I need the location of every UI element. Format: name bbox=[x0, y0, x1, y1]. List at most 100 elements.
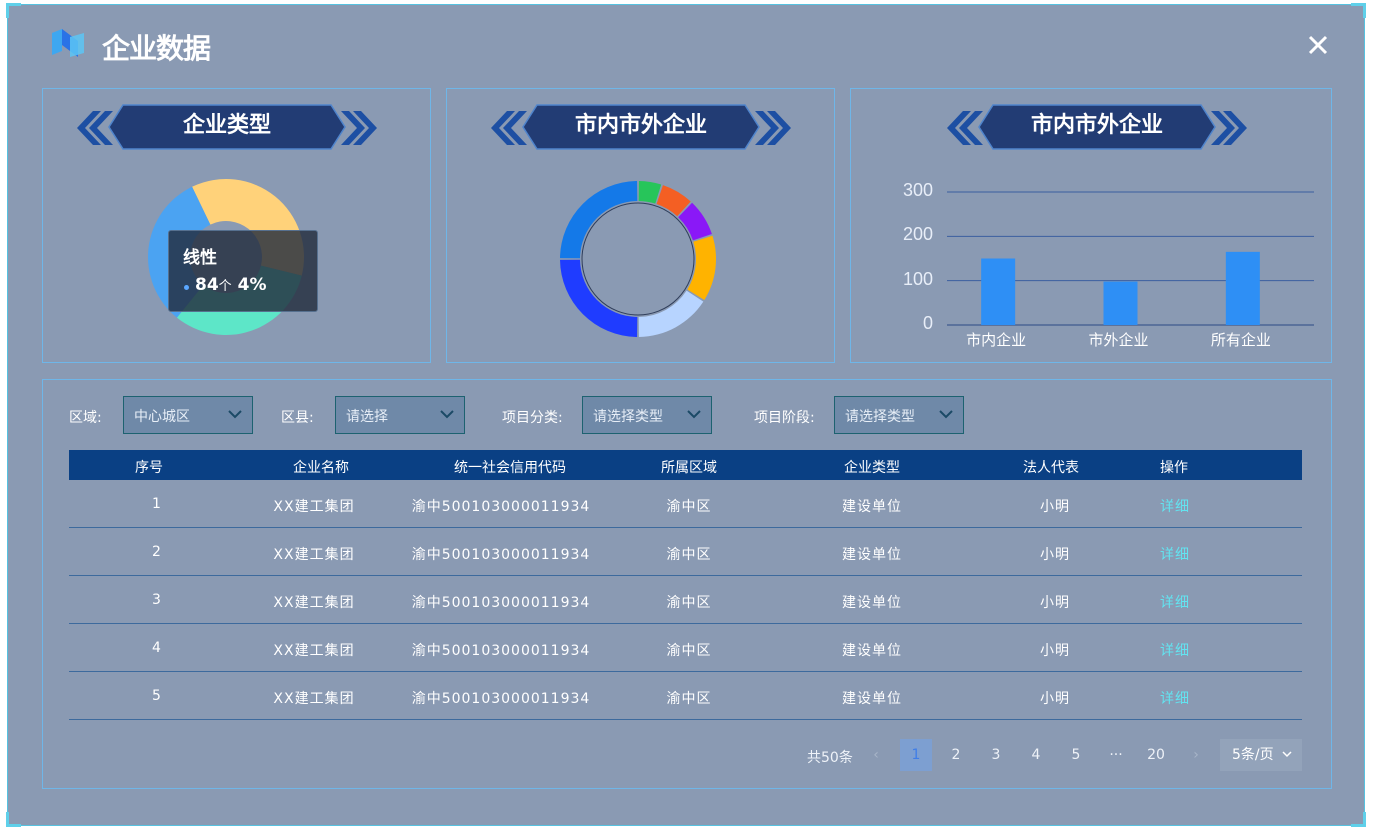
panel-local-external-ring: 市内市外企业 bbox=[446, 88, 835, 363]
chevron-down-icon bbox=[687, 410, 701, 419]
cell-company-name: XX建工集团 bbox=[273, 691, 355, 707]
table-row: 1 XX建工集团 渝中500103000011934 渝中区 建设单位 小明 详… bbox=[69, 480, 1302, 528]
x-category-label: 所有企业 bbox=[1210, 331, 1271, 349]
cell-legal-rep: 小明 bbox=[1040, 595, 1070, 611]
page-button-3[interactable]: 3 bbox=[980, 739, 1012, 771]
chart-tooltip: 线性 84个 4% bbox=[168, 230, 318, 312]
cell-legal-rep: 小明 bbox=[1040, 547, 1070, 563]
modal-title: 企业数据 bbox=[102, 32, 211, 65]
col-company-name: 企业名称 bbox=[293, 460, 349, 476]
local-external-ring-chart bbox=[560, 181, 716, 337]
prev-page-button[interactable]: ‹ bbox=[860, 739, 892, 771]
page-button-2[interactable]: 2 bbox=[940, 739, 972, 771]
cell-legal-rep: 小明 bbox=[1040, 691, 1070, 707]
corner-decoration bbox=[6, 812, 21, 827]
col-credit-code: 统一社会信用代码 bbox=[454, 460, 566, 476]
col-legal-rep: 法人代表 bbox=[1023, 460, 1079, 476]
cell-legal-rep: 小明 bbox=[1040, 643, 1070, 659]
page-button-4[interactable]: 4 bbox=[1020, 739, 1052, 771]
stage-select[interactable]: 请选择类型 bbox=[834, 396, 964, 434]
cell-index: 2 bbox=[152, 544, 162, 560]
detail-link[interactable]: 详细 bbox=[1160, 496, 1190, 516]
corner-decoration bbox=[6, 3, 21, 18]
region-label: 区域: bbox=[69, 410, 102, 426]
cell-company-name: XX建工集团 bbox=[273, 595, 355, 611]
county-select[interactable]: 请选择 bbox=[335, 396, 465, 434]
cell-company-type: 建设单位 bbox=[842, 547, 902, 563]
cell-index: 3 bbox=[152, 592, 162, 608]
pagination-total: 共50条 bbox=[807, 750, 853, 766]
page-button-5[interactable]: 5 bbox=[1060, 739, 1092, 771]
cell-index: 5 bbox=[152, 688, 162, 704]
chevron-down-icon bbox=[939, 410, 953, 419]
cell-company-name: XX建工集团 bbox=[273, 643, 355, 659]
table-row: 2 XX建工集团 渝中500103000011934 渝中区 建设单位 小明 详… bbox=[69, 528, 1302, 576]
cell-region: 渝中区 bbox=[666, 595, 712, 611]
cell-region: 渝中区 bbox=[666, 547, 712, 563]
col-action: 操作 bbox=[1160, 460, 1188, 476]
cell-company-name: XX建工集团 bbox=[273, 499, 355, 515]
panel-local-external-bar: 市内市外企业 0 100 200 300 市内企业 市外企业 所有企业 bbox=[850, 88, 1332, 363]
ring-slice-0 bbox=[638, 181, 662, 204]
tooltip-marker bbox=[184, 285, 189, 290]
logo-icon bbox=[52, 29, 84, 57]
category-label: 项目分类: bbox=[502, 410, 563, 426]
cell-credit-code: 渝中500103000011934 bbox=[411, 595, 591, 611]
cell-legal-rep: 小明 bbox=[1040, 499, 1070, 515]
y-tick-label: 100 bbox=[902, 268, 933, 289]
detail-link[interactable]: 详细 bbox=[1160, 544, 1190, 564]
region-select[interactable]: 中心城区 bbox=[123, 396, 253, 434]
cell-company-name: XX建工集团 bbox=[273, 547, 355, 563]
cell-company-type: 建设单位 bbox=[842, 595, 902, 611]
corner-decoration bbox=[1351, 3, 1366, 18]
detail-link[interactable]: 详细 bbox=[1160, 592, 1190, 612]
bar-2 bbox=[1225, 251, 1260, 325]
bar-0 bbox=[981, 258, 1016, 325]
panel-title: 企业类型 bbox=[182, 113, 271, 138]
county-label: 区县: bbox=[281, 410, 314, 426]
cell-credit-code: 渝中500103000011934 bbox=[411, 643, 591, 659]
cell-index: 4 bbox=[152, 640, 162, 656]
y-tick-label: 200 bbox=[902, 224, 933, 245]
chevron-down-icon bbox=[1282, 751, 1292, 758]
cell-region: 渝中区 bbox=[666, 691, 712, 707]
panel-title: 市内市外企业 bbox=[574, 113, 707, 138]
cell-credit-code: 渝中500103000011934 bbox=[411, 691, 591, 707]
col-region: 所属区域 bbox=[661, 460, 717, 476]
chevron-down-icon bbox=[228, 410, 242, 419]
x-category-label: 市内企业 bbox=[966, 331, 1027, 349]
page-button-20[interactable]: 20 bbox=[1140, 739, 1172, 771]
y-tick-label: 0 bbox=[922, 313, 933, 333]
detail-link[interactable]: 详细 bbox=[1160, 640, 1190, 660]
enterprise-data-modal: 企业数据 企业类型 市内市外企业 市内市外企业 0 100 200 300 市内企业 bbox=[6, 3, 1366, 827]
stage-label: 项目阶段: bbox=[754, 410, 815, 426]
page-ellipsis[interactable]: ··· bbox=[1100, 739, 1132, 771]
local-external-bar-chart: 0 100 200 300 市内企业 市外企业 所有企业 bbox=[851, 89, 1333, 364]
corner-decoration bbox=[1351, 812, 1366, 827]
table-header: 序号 企业名称 统一社会信用代码 所属区域 企业类型 法人代表 操作 bbox=[69, 450, 1302, 480]
ring-slice-3 bbox=[687, 235, 716, 301]
cell-company-type: 建设单位 bbox=[842, 643, 902, 659]
table-row: 3 XX建工集团 渝中500103000011934 渝中区 建设单位 小明 详… bbox=[69, 576, 1302, 624]
table-row: 5 XX建工集团 渝中500103000011934 渝中区 建设单位 小明 详… bbox=[69, 672, 1302, 720]
tooltip-series-name: 线性 bbox=[183, 248, 217, 268]
close-icon[interactable] bbox=[1306, 33, 1330, 57]
chevron-down-icon bbox=[440, 410, 454, 419]
cell-region: 渝中区 bbox=[666, 499, 712, 515]
detail-link[interactable]: 详细 bbox=[1160, 688, 1190, 708]
next-page-button[interactable]: › bbox=[1180, 739, 1212, 771]
category-select[interactable]: 请选择类型 bbox=[582, 396, 712, 434]
y-tick-label: 300 bbox=[902, 180, 933, 200]
col-company-type: 企业类型 bbox=[844, 460, 900, 476]
bar-1 bbox=[1103, 281, 1138, 325]
table-row: 4 XX建工集团 渝中500103000011934 渝中区 建设单位 小明 详… bbox=[69, 624, 1302, 672]
cell-credit-code: 渝中500103000011934 bbox=[411, 547, 591, 563]
col-index: 序号 bbox=[135, 460, 163, 476]
panel-enterprise-type: 企业类型 bbox=[42, 88, 431, 363]
page-button-1[interactable]: 1 bbox=[900, 739, 932, 771]
x-category-label: 市外企业 bbox=[1088, 331, 1149, 349]
cell-credit-code: 渝中500103000011934 bbox=[411, 499, 591, 515]
page-size-select[interactable]: 5条/页 bbox=[1220, 739, 1302, 771]
cell-index: 1 bbox=[152, 496, 162, 512]
ring-inner-circle bbox=[581, 202, 695, 316]
